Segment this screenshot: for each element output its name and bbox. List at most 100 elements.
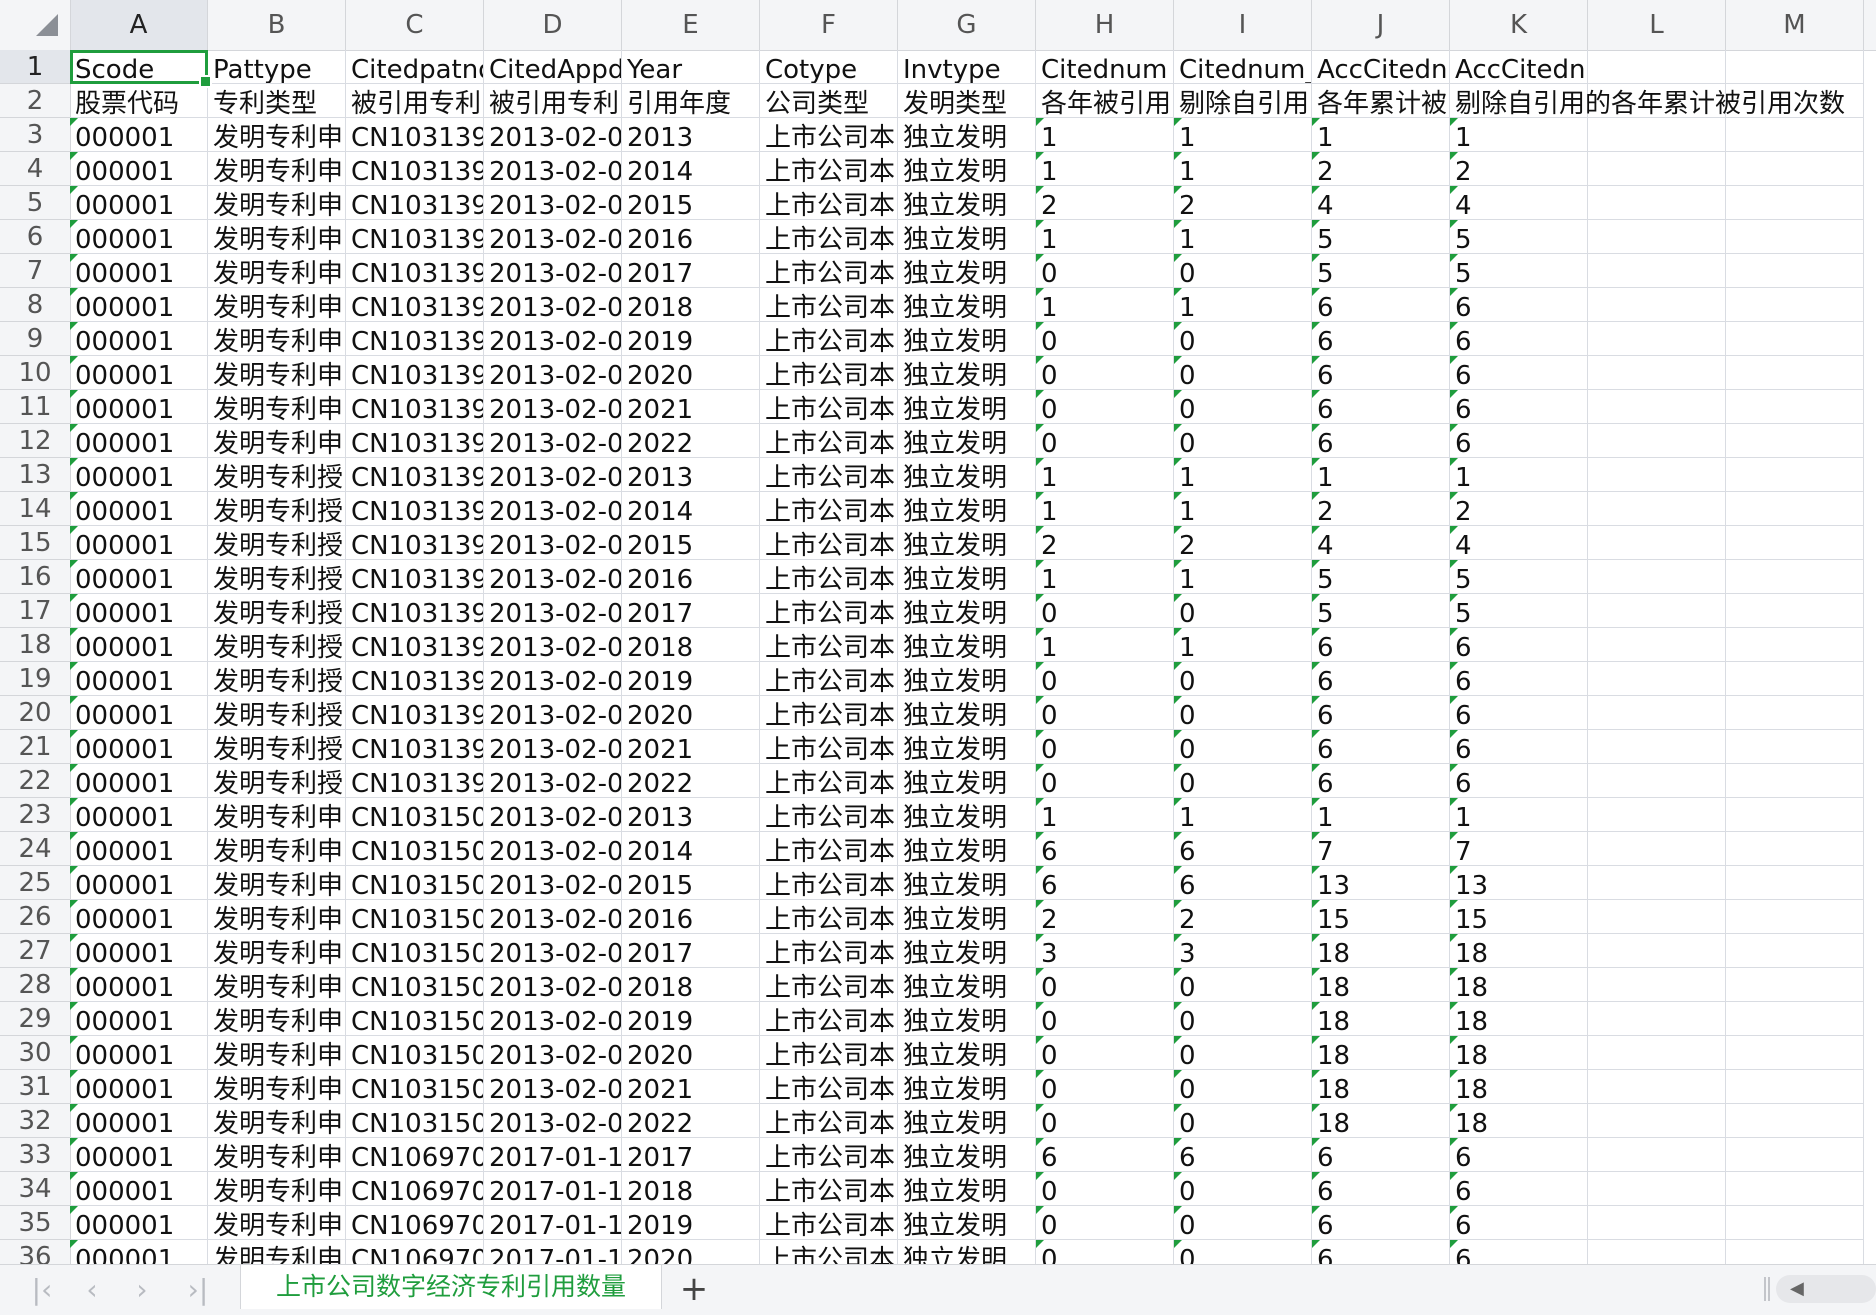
- cell-H30[interactable]: 0: [1036, 1036, 1174, 1070]
- cell-I4[interactable]: 1: [1174, 152, 1312, 186]
- cell-C7[interactable]: CN1031392: [346, 254, 484, 288]
- cell-B18[interactable]: 发明专利授: [208, 628, 346, 662]
- cell-L21[interactable]: [1588, 730, 1726, 764]
- cell-J8[interactable]: 6: [1312, 288, 1450, 322]
- cell-A27[interactable]: 000001: [70, 934, 208, 968]
- cell-H34[interactable]: 0: [1036, 1172, 1174, 1206]
- cell-I28[interactable]: 0: [1174, 968, 1312, 1002]
- cell-F15[interactable]: 上市公司本: [760, 526, 898, 560]
- cell-H13[interactable]: 1: [1036, 458, 1174, 492]
- cell-L11[interactable]: [1588, 390, 1726, 424]
- cell-E1[interactable]: Year: [622, 50, 760, 84]
- column-header-I[interactable]: I: [1174, 0, 1312, 50]
- cell-D23[interactable]: 2013-02-06: [484, 798, 622, 832]
- cell-C16[interactable]: CN1031392: [346, 560, 484, 594]
- cell-B21[interactable]: 发明专利授: [208, 730, 346, 764]
- cell-A36[interactable]: 000001: [70, 1240, 208, 1264]
- row-header-12[interactable]: 12: [0, 424, 70, 458]
- column-header-B[interactable]: B: [208, 0, 346, 50]
- cell-H6[interactable]: 1: [1036, 220, 1174, 254]
- cell-D26[interactable]: 2013-02-06: [484, 900, 622, 934]
- cell-F1[interactable]: Cotype: [760, 50, 898, 84]
- cell-I7[interactable]: 0: [1174, 254, 1312, 288]
- cell-D5[interactable]: 2013-02-06: [484, 186, 622, 220]
- cell-K4[interactable]: 2: [1450, 152, 1588, 186]
- cell-L32[interactable]: [1588, 1104, 1726, 1138]
- row-header-33[interactable]: 33: [0, 1138, 70, 1172]
- cell-C18[interactable]: CN1031392: [346, 628, 484, 662]
- cell-E29[interactable]: 2019: [622, 1002, 760, 1036]
- row-header-4[interactable]: 4: [0, 152, 70, 186]
- row-header-11[interactable]: 11: [0, 390, 70, 424]
- cell-K15[interactable]: 4: [1450, 526, 1588, 560]
- add-sheet-button[interactable]: +: [670, 1269, 718, 1309]
- cell-G9[interactable]: 独立发明: [898, 322, 1036, 356]
- cell-J13[interactable]: 1: [1312, 458, 1450, 492]
- cell-E5[interactable]: 2015: [622, 186, 760, 220]
- cell-K8[interactable]: 6: [1450, 288, 1588, 322]
- column-header-K[interactable]: K: [1450, 0, 1588, 50]
- cell-L14[interactable]: [1588, 492, 1726, 526]
- cell-M8[interactable]: [1726, 288, 1864, 322]
- cell-G18[interactable]: 独立发明: [898, 628, 1036, 662]
- cell-B10[interactable]: 发明专利申: [208, 356, 346, 390]
- cell-B20[interactable]: 发明专利授: [208, 696, 346, 730]
- cell-I19[interactable]: 0: [1174, 662, 1312, 696]
- cell-B1[interactable]: Pattype: [208, 50, 346, 84]
- cell-D8[interactable]: 2013-02-06: [484, 288, 622, 322]
- cell-F22[interactable]: 上市公司本: [760, 764, 898, 798]
- cell-M12[interactable]: [1726, 424, 1864, 458]
- cell-F17[interactable]: 上市公司本: [760, 594, 898, 628]
- cell-E36[interactable]: 2020: [622, 1240, 760, 1264]
- cell-A14[interactable]: 000001: [70, 492, 208, 526]
- cell-M34[interactable]: [1726, 1172, 1864, 1206]
- cell-H16[interactable]: 1: [1036, 560, 1174, 594]
- cell-E30[interactable]: 2020: [622, 1036, 760, 1070]
- cell-B8[interactable]: 发明专利申: [208, 288, 346, 322]
- cell-G1[interactable]: Invtype: [898, 50, 1036, 84]
- cell-H12[interactable]: 0: [1036, 424, 1174, 458]
- cell-C32[interactable]: CN1031506: [346, 1104, 484, 1138]
- row-header-2[interactable]: 2: [0, 84, 70, 118]
- cell-B19[interactable]: 发明专利授: [208, 662, 346, 696]
- cell-H32[interactable]: 0: [1036, 1104, 1174, 1138]
- row-header-20[interactable]: 20: [0, 696, 70, 730]
- cell-L24[interactable]: [1588, 832, 1726, 866]
- cell-F31[interactable]: 上市公司本: [760, 1070, 898, 1104]
- cell-E2[interactable]: 引用年度: [622, 84, 760, 118]
- cell-H36[interactable]: 0: [1036, 1240, 1174, 1264]
- cell-G17[interactable]: 独立发明: [898, 594, 1036, 628]
- cell-M36[interactable]: [1726, 1240, 1864, 1264]
- cell-I29[interactable]: 0: [1174, 1002, 1312, 1036]
- cell-H29[interactable]: 0: [1036, 1002, 1174, 1036]
- cell-G30[interactable]: 独立发明: [898, 1036, 1036, 1070]
- first-sheet-icon[interactable]: |‹: [22, 1273, 62, 1306]
- cell-A18[interactable]: 000001: [70, 628, 208, 662]
- cell-H27[interactable]: 3: [1036, 934, 1174, 968]
- scroll-left-icon[interactable]: ◀: [1790, 1275, 1804, 1303]
- cell-H19[interactable]: 0: [1036, 662, 1174, 696]
- cell-D11[interactable]: 2013-02-06: [484, 390, 622, 424]
- cell-J28[interactable]: 18: [1312, 968, 1450, 1002]
- cell-I3[interactable]: 1: [1174, 118, 1312, 152]
- cell-M1[interactable]: [1726, 50, 1864, 84]
- cell-G3[interactable]: 独立发明: [898, 118, 1036, 152]
- cell-K36[interactable]: 6: [1450, 1240, 1588, 1264]
- cell-J29[interactable]: 18: [1312, 1002, 1450, 1036]
- cell-J25[interactable]: 13: [1312, 866, 1450, 900]
- cell-F2[interactable]: 公司类型: [760, 84, 898, 118]
- row-header-14[interactable]: 14: [0, 492, 70, 526]
- cell-I30[interactable]: 0: [1174, 1036, 1312, 1070]
- cell-H14[interactable]: 1: [1036, 492, 1174, 526]
- cell-A12[interactable]: 000001: [70, 424, 208, 458]
- cell-B15[interactable]: 发明专利授: [208, 526, 346, 560]
- cell-M14[interactable]: [1726, 492, 1864, 526]
- cell-D17[interactable]: 2013-02-06: [484, 594, 622, 628]
- cell-A13[interactable]: 000001: [70, 458, 208, 492]
- cell-A6[interactable]: 000001: [70, 220, 208, 254]
- cell-B22[interactable]: 发明专利授: [208, 764, 346, 798]
- cell-D25[interactable]: 2013-02-06: [484, 866, 622, 900]
- cell-B30[interactable]: 发明专利申: [208, 1036, 346, 1070]
- cell-M33[interactable]: [1726, 1138, 1864, 1172]
- cell-M6[interactable]: [1726, 220, 1864, 254]
